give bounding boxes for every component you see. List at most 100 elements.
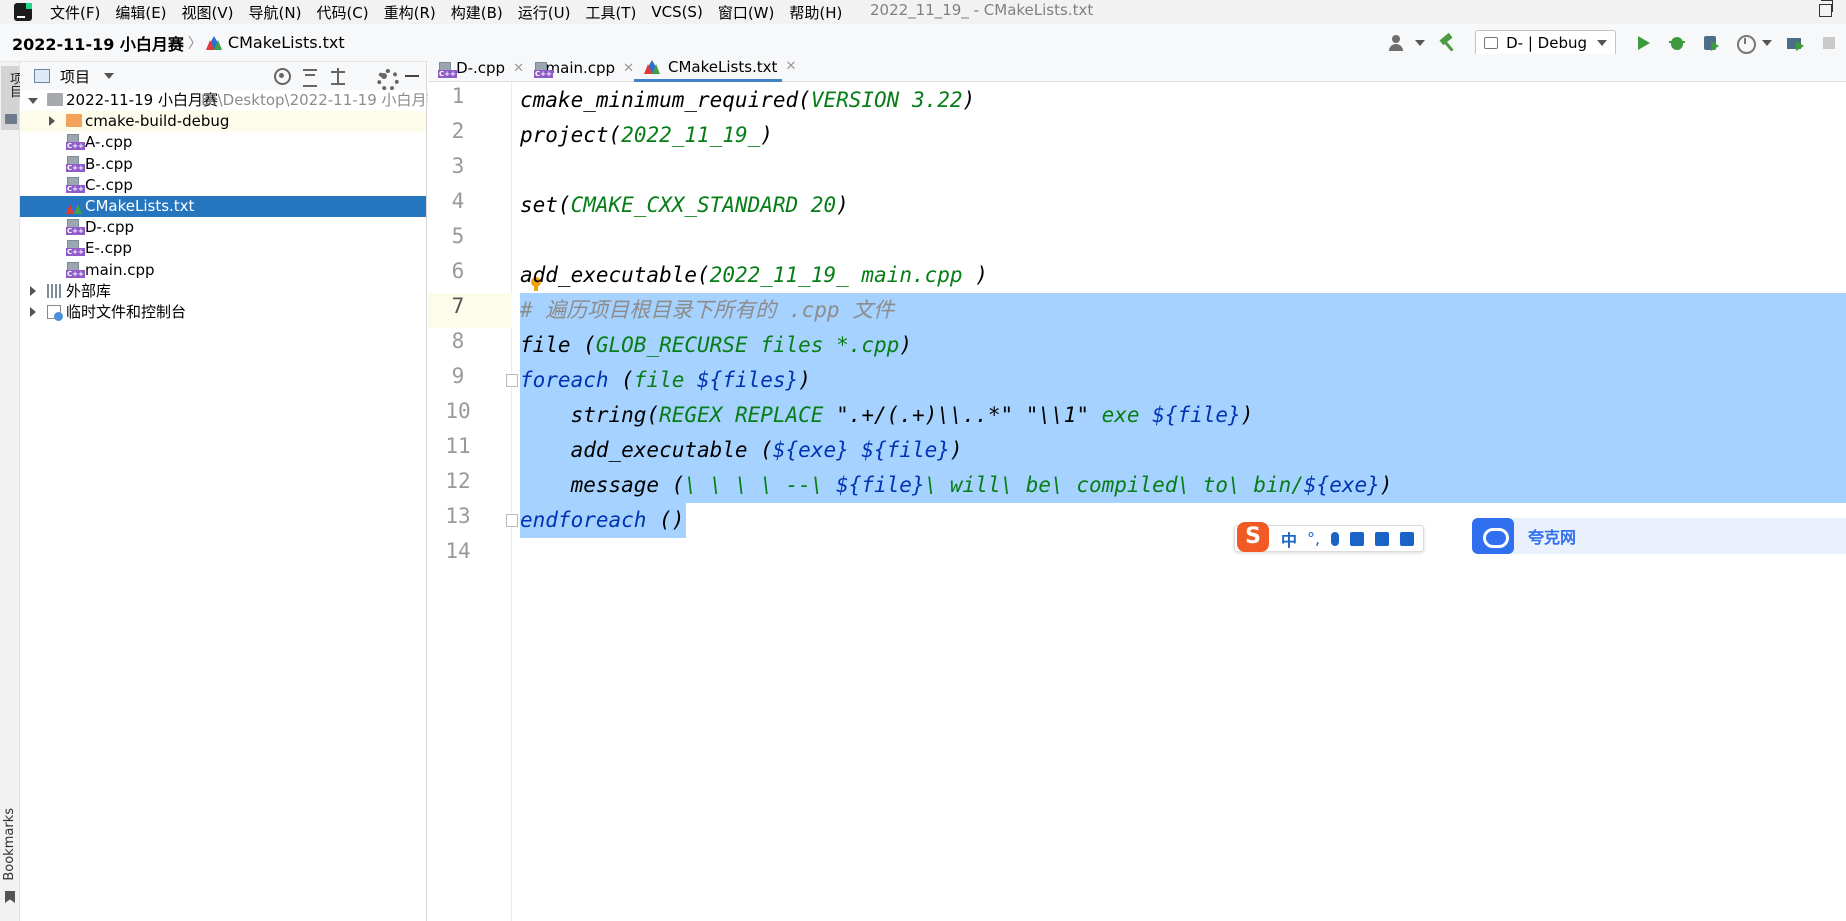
cpp-file-icon <box>66 219 85 236</box>
cpp-file-icon <box>66 134 85 151</box>
select-opened-file-icon[interactable] <box>273 67 291 85</box>
build-hammer-icon[interactable] <box>1437 32 1459 54</box>
project-tool-button[interactable]: 项目 <box>1 66 22 130</box>
tree-item-a-cpp[interactable]: A-.cpp <box>20 132 426 153</box>
tree-item-main-cpp[interactable]: main.cpp <box>20 260 426 281</box>
tree-root[interactable]: 2022-11-19 小白月赛 D:\Desktop\2022-11-19 小白… <box>20 90 442 111</box>
tree-item-cmakelists[interactable]: CMakeLists.txt <box>20 195 426 218</box>
menu-edit[interactable]: 编辑(E) <box>115 2 166 23</box>
ime-punctuation-toggle[interactable]: °, <box>1307 529 1320 548</box>
menu-bar: 文件(F) 编辑(E) 视图(V) 导航(N) 代码(C) 重构(R) 构建(B… <box>0 0 1846 24</box>
tree-item-d-cpp[interactable]: D-.cpp <box>20 217 426 238</box>
run-with-coverage-icon[interactable] <box>1700 32 1722 54</box>
user-icon[interactable] <box>1387 32 1409 54</box>
cpp-file-icon <box>534 61 551 79</box>
chevron-down-icon[interactable] <box>1762 40 1772 46</box>
breadcrumb-project[interactable]: 2022-11-19 小白月赛 <box>12 31 184 55</box>
code-line-1: cmake_minimum_required(VERSION 3.22) <box>520 88 976 112</box>
close-icon[interactable]: ✕ <box>513 61 524 76</box>
line-number: 13 <box>445 504 471 528</box>
tree-item-label: 临时文件和控制台 <box>66 302 187 321</box>
menu-vcs[interactable]: VCS(S) <box>651 3 702 21</box>
code-line-13: endforeach () <box>520 508 685 532</box>
sogou-logo-icon[interactable]: S <box>1237 521 1269 552</box>
tree-item-label: CMakeLists.txt <box>85 196 195 215</box>
tree-item-cmake-build-debug[interactable]: cmake-build-debug <box>20 111 426 133</box>
chevron-down-icon[interactable] <box>104 73 115 79</box>
tab-cmakelists[interactable]: CMakeLists.txt ✕ <box>634 54 796 82</box>
debug-icon[interactable] <box>1666 32 1688 54</box>
cloud-icon <box>1472 518 1514 554</box>
menu-build[interactable]: 构建(B) <box>451 2 503 23</box>
line-number: 12 <box>445 469 471 493</box>
menu-window[interactable]: 窗口(W) <box>718 2 775 23</box>
tree-item-scratches[interactable]: 临时文件和控制台 <box>20 302 426 323</box>
chevron-down-icon[interactable] <box>28 98 38 104</box>
tab-d-cpp[interactable]: D-.cpp ✕ <box>428 54 524 82</box>
fold-marker-icon[interactable] <box>506 514 518 527</box>
microphone-icon[interactable] <box>1331 531 1340 546</box>
run-icon[interactable] <box>1632 32 1654 54</box>
valgrind-icon[interactable] <box>1784 32 1806 54</box>
cpp-file-icon <box>66 240 85 257</box>
keyboard-icon[interactable] <box>1350 531 1365 546</box>
tree-item-e-cpp[interactable]: E-.cpp <box>20 238 426 259</box>
menu-tools[interactable]: 工具(T) <box>585 2 636 23</box>
editor-tabs: D-.cpp ✕ main.cpp ✕ CMakeLists.txt ✕ <box>428 54 1846 82</box>
code-line-7: # 遍历项目根目录下所有的 .cpp 文件 <box>520 298 895 322</box>
collapse-all-icon[interactable] <box>329 67 347 85</box>
restore-window-icon[interactable] <box>1819 0 1833 17</box>
project-panel-title[interactable]: 项目 <box>60 66 90 87</box>
line-number: 10 <box>445 399 471 423</box>
stop-icon[interactable] <box>1818 32 1840 54</box>
toolbox-grid-icon[interactable] <box>1400 531 1415 546</box>
breadcrumb-file[interactable]: CMakeLists.txt <box>228 33 345 52</box>
breadcrumb-separator: 〉 <box>187 35 202 52</box>
menu-file[interactable]: 文件(F) <box>50 2 100 23</box>
project-view-icon <box>34 69 50 83</box>
clion-logo-icon[interactable] <box>14 3 32 21</box>
line-number: 8 <box>451 329 465 353</box>
cmake-icon <box>644 59 660 74</box>
chevron-down-icon[interactable] <box>1415 40 1426 46</box>
bookmarks-tool-label[interactable]: Bookmarks <box>2 808 17 881</box>
profile-icon[interactable] <box>1734 32 1756 54</box>
run-config-select[interactable]: D- | Debug <box>1475 30 1616 56</box>
code-editor[interactable]: 1 2 3 4 5 6 7 8 9 10 11 12 13 14 cmake_m… <box>428 82 1846 921</box>
project-panel-header: 项目 <box>20 62 426 91</box>
tree-item-label: C-.cpp <box>85 175 133 194</box>
chevron-right-icon[interactable] <box>30 285 36 296</box>
tree-item-c-cpp[interactable]: C-.cpp <box>20 175 426 196</box>
skin-shirt-icon[interactable] <box>1375 531 1390 546</box>
cpp-file-icon <box>438 61 457 79</box>
hide-panel-icon[interactable] <box>403 67 421 85</box>
chevron-right-icon[interactable] <box>30 306 36 317</box>
menu-help[interactable]: 帮助(H) <box>789 2 842 23</box>
tab-main-cpp[interactable]: main.cpp ✕ <box>524 54 634 82</box>
run-config-label: D- | Debug <box>1506 34 1587 52</box>
menu-refactor[interactable]: 重构(R) <box>384 2 436 23</box>
close-icon[interactable]: ✕ <box>623 61 634 76</box>
window-title: 2022_11_19_ - CMakeLists.txt <box>870 1 1094 19</box>
chevron-right-icon[interactable] <box>49 116 55 127</box>
fold-marker-icon[interactable] <box>506 374 518 387</box>
menu-run[interactable]: 运行(U) <box>518 2 571 23</box>
menu-view[interactable]: 视图(V) <box>182 2 234 23</box>
line-number: 14 <box>445 539 471 563</box>
bookmark-icon[interactable] <box>5 891 15 903</box>
line-number: 5 <box>451 224 465 248</box>
cloud-widget-label: 夸克网 <box>1528 528 1577 547</box>
ime-language-toggle[interactable]: 中 <box>1281 527 1297 551</box>
menu-navigate[interactable]: 导航(N) <box>249 2 302 23</box>
menu-code[interactable]: 代码(C) <box>316 2 368 23</box>
gear-icon[interactable] <box>375 67 399 91</box>
close-icon[interactable]: ✕ <box>785 59 796 74</box>
tree-item-b-cpp[interactable]: B-.cpp <box>20 154 426 175</box>
code-line-2: project(2022_11_19_) <box>520 123 773 147</box>
cpp-file-icon <box>66 176 85 194</box>
expand-all-icon[interactable] <box>301 67 319 87</box>
toolbar-divider <box>357 67 365 85</box>
cloud-drive-widget[interactable]: 夸克网 <box>1472 518 1846 554</box>
tree-item-external-libraries[interactable]: 外部库 <box>20 281 426 302</box>
tree-item-label: D-.cpp <box>85 218 135 237</box>
